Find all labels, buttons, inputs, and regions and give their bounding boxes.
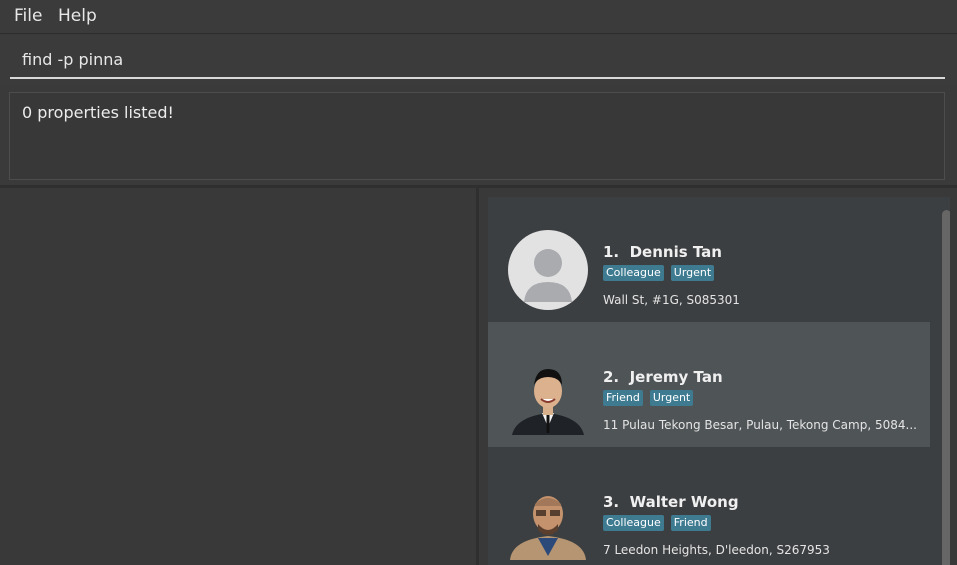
person-address: Wall St, #1G, S085301 [603, 293, 740, 307]
menu-help[interactable]: Help [58, 6, 97, 26]
person-address: 11 Pulau Tekong Besar, Pulau, Tekong Cam… [603, 418, 917, 432]
person-list[interactable]: 1. Dennis Tan Colleague Urgent Wall St, … [488, 197, 950, 565]
tag-badge: Colleague [603, 515, 664, 531]
tag-badge: Friend [670, 515, 711, 531]
list-scrollbar[interactable] [942, 210, 950, 565]
person-card[interactable]: 2. Jeremy Tan Friend Urgent 11 Pulau Tek… [488, 322, 930, 447]
tag-list: Friend Urgent [603, 390, 694, 406]
property-list-panel [0, 188, 476, 565]
person-address: 7 Leedon Heights, D'leedon, S267953 [603, 543, 830, 557]
command-input[interactable] [10, 42, 945, 79]
avatar-photo [510, 496, 586, 560]
tag-badge: Friend [603, 390, 643, 406]
person-name: 3. Walter Wong [603, 493, 739, 511]
tag-badge: Colleague [603, 265, 664, 281]
result-message: 0 properties listed! [22, 103, 174, 122]
tag-list: Colleague Urgent [603, 265, 715, 281]
tag-list: Colleague Friend [603, 515, 711, 531]
default-avatar-icon [508, 230, 588, 310]
result-display: 0 properties listed! [9, 92, 945, 180]
command-box [0, 35, 957, 85]
tag-badge: Urgent [670, 265, 715, 281]
person-list-panel: 1. Dennis Tan Colleague Urgent Wall St, … [479, 188, 957, 565]
menu-file[interactable]: File [14, 6, 42, 26]
person-card[interactable]: 1. Dennis Tan Colleague Urgent Wall St, … [488, 197, 930, 322]
tag-badge: Urgent [649, 390, 694, 406]
person-name: 2. Jeremy Tan [603, 368, 723, 386]
avatar-photo [512, 369, 584, 435]
menu-bar: File Help [0, 0, 957, 34]
person-card[interactable]: 3. Walter Wong Colleague Friend 7 Leedon… [488, 447, 930, 565]
person-name: 1. Dennis Tan [603, 243, 722, 261]
